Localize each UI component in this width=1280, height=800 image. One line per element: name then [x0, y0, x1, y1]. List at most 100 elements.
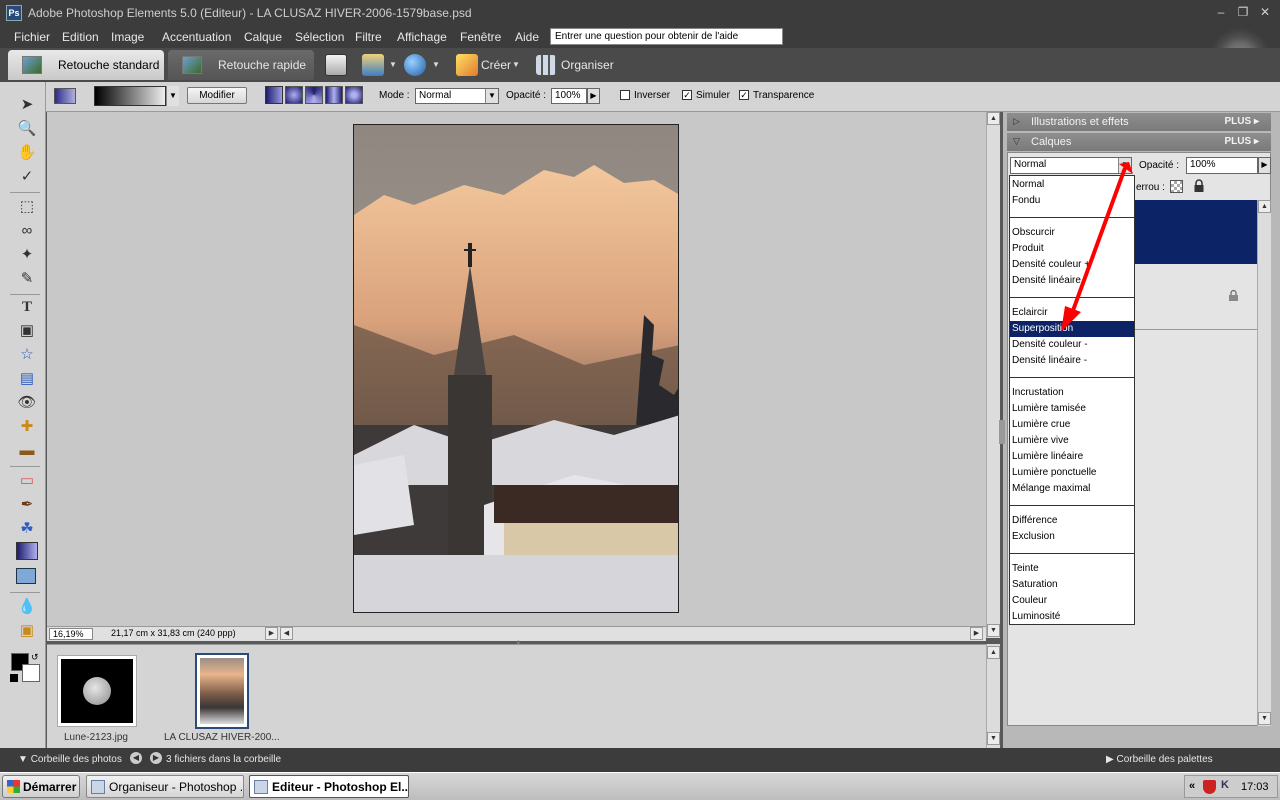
- gradient-swatch[interactable]: [94, 86, 166, 106]
- menu-affichage[interactable]: Affichage: [397, 30, 447, 44]
- start-button[interactable]: Démarrer: [2, 775, 80, 798]
- eyedropper-tool-icon[interactable]: ✓: [16, 166, 38, 188]
- blend-option-lumiere-crue[interactable]: Lumière crue: [1010, 417, 1134, 433]
- gradient-tool-icon[interactable]: [16, 542, 38, 560]
- palette-scrollbar[interactable]: ▲ ▼: [1257, 200, 1271, 726]
- linear-gradient-icon[interactable]: [265, 86, 283, 104]
- create-dropdown-icon[interactable]: ▼: [512, 60, 520, 69]
- brush-tool-icon[interactable]: ✒: [16, 494, 38, 516]
- antivirus-shield-icon[interactable]: [1203, 780, 1216, 794]
- zoom-field[interactable]: 16,19%: [49, 628, 93, 640]
- taskbar-item-organiseur[interactable]: Organiseur - Photoshop ...: [86, 775, 244, 798]
- clone-stamp-tool-icon[interactable]: ▬: [16, 440, 38, 462]
- blend-option-luminosite[interactable]: Luminosité: [1010, 609, 1134, 625]
- menu-image[interactable]: Image: [111, 30, 144, 44]
- organize-button[interactable]: Organiser: [561, 58, 614, 72]
- palette-splitter-handle[interactable]: [999, 420, 1005, 444]
- share-dropdown-icon[interactable]: ▼: [389, 60, 397, 69]
- create-button[interactable]: Créer: [481, 58, 511, 72]
- background-color-swatch[interactable]: [22, 664, 40, 682]
- gradient-dropdown-icon[interactable]: ▼: [166, 86, 179, 106]
- opacity-input[interactable]: 100%: [551, 88, 587, 104]
- print-icon[interactable]: [325, 54, 347, 76]
- blend-option-saturation[interactable]: Saturation: [1010, 577, 1134, 593]
- online-services-icon[interactable]: [404, 54, 426, 76]
- reflected-gradient-icon[interactable]: [325, 86, 343, 104]
- scroll-up-icon[interactable]: ▲: [987, 112, 1000, 125]
- paint-bucket-tool-icon[interactable]: ☘: [16, 518, 38, 540]
- sponge-tool-icon[interactable]: ▣: [16, 620, 38, 642]
- move-tool-icon[interactable]: ➤: [16, 94, 38, 116]
- restore-icon[interactable]: ❐: [1236, 5, 1250, 19]
- layer-opacity-input[interactable]: 100%: [1186, 157, 1258, 174]
- thumbnail-la-clusaz[interactable]: [195, 653, 249, 729]
- shape-tool-icon[interactable]: [16, 568, 36, 584]
- simuler-checkbox[interactable]: ✓: [682, 90, 692, 100]
- straighten-tool-icon[interactable]: ▤: [16, 368, 38, 390]
- layers-palette-header[interactable]: ▽ Calques PLUS ▸: [1007, 133, 1271, 151]
- angle-gradient-icon[interactable]: [305, 86, 323, 104]
- splitter-handle-icon[interactable]: ▲: [515, 639, 531, 646]
- crop-tool-icon[interactable]: ▣: [16, 320, 38, 342]
- mode-dropdown-icon[interactable]: ▼: [485, 89, 498, 103]
- scroll-down-icon[interactable]: ▼: [987, 732, 1000, 745]
- opacity-slider-icon[interactable]: ▶: [587, 88, 600, 104]
- thumbnail-lune[interactable]: [57, 655, 137, 727]
- blend-option-incrustation[interactable]: Incrustation: [1010, 385, 1134, 401]
- blend-option-couleur[interactable]: Couleur: [1010, 593, 1134, 609]
- tab-retouche-standard[interactable]: Retouche standard: [8, 50, 164, 80]
- scroll-left-icon[interactable]: ◀: [280, 627, 293, 640]
- status-menu-icon[interactable]: ▶: [265, 627, 278, 640]
- blend-option-teinte[interactable]: Teinte: [1010, 561, 1134, 577]
- scroll-up-icon[interactable]: ▲: [987, 646, 1000, 659]
- effects-plus-button[interactable]: PLUS ▸: [1225, 116, 1259, 127]
- menu-calque[interactable]: Calque: [244, 30, 282, 44]
- organize-grid-icon[interactable]: [536, 55, 556, 75]
- type-tool-icon[interactable]: T: [16, 296, 38, 318]
- blend-option-lumiere-tamisee[interactable]: Lumière tamisée: [1010, 401, 1134, 417]
- swap-colors-icon[interactable]: ↺: [31, 652, 39, 663]
- menu-filtre[interactable]: Filtre: [355, 30, 382, 44]
- layer-opacity-slider-icon[interactable]: ▶: [1258, 157, 1271, 174]
- blur-tool-icon[interactable]: 💧: [16, 596, 38, 618]
- default-colors-icon[interactable]: [10, 674, 18, 682]
- hand-tool-icon[interactable]: ✋: [16, 142, 38, 164]
- lasso-tool-icon[interactable]: ∞: [16, 220, 38, 242]
- create-star-icon[interactable]: [456, 54, 478, 76]
- menu-fichier[interactable]: Fichier: [14, 30, 50, 44]
- menu-selection[interactable]: Sélection: [295, 30, 344, 44]
- previous-photo-icon[interactable]: ◀: [130, 752, 142, 764]
- next-photo-icon[interactable]: ▶: [150, 752, 162, 764]
- scroll-up-icon[interactable]: ▲: [1258, 200, 1271, 213]
- menu-fenetre[interactable]: Fenêtre: [460, 30, 501, 44]
- tab-retouche-rapide[interactable]: Retouche rapide: [168, 50, 314, 80]
- document-image[interactable]: [353, 124, 679, 613]
- marquee-tool-icon[interactable]: ⬚: [16, 196, 38, 218]
- lock-all-icon[interactable]: [1193, 179, 1205, 193]
- scroll-down-icon[interactable]: ▼: [1258, 712, 1271, 725]
- blend-option-lumiere-lineaire[interactable]: Lumière linéaire: [1010, 449, 1134, 465]
- inverser-checkbox[interactable]: [620, 90, 630, 100]
- blend-option-lumiere-ponctuelle[interactable]: Lumière ponctuelle: [1010, 465, 1134, 481]
- share-folder-icon[interactable]: [362, 54, 384, 76]
- lock-transparency-icon[interactable]: [1170, 180, 1183, 193]
- selection-brush-tool-icon[interactable]: ✎: [16, 268, 38, 290]
- modifier-button[interactable]: Modifier: [187, 87, 247, 104]
- menu-aide[interactable]: Aide: [515, 30, 539, 44]
- blend-option-melange-maximal[interactable]: Mélange maximal: [1010, 481, 1134, 497]
- blend-option-difference[interactable]: Différence: [1010, 513, 1134, 529]
- help-search-input[interactable]: Entrer une question pour obtenir de l'ai…: [550, 28, 783, 45]
- online-dropdown-icon[interactable]: ▼: [432, 60, 440, 69]
- photo-bin-scrollbar[interactable]: ▲ ▼: [986, 644, 1000, 748]
- blend-option-lumiere-vive[interactable]: Lumière vive: [1010, 433, 1134, 449]
- taskbar-item-editeur[interactable]: Editeur - Photoshop El...: [249, 775, 409, 798]
- radial-gradient-icon[interactable]: [285, 86, 303, 104]
- palette-bin-toggle[interactable]: ▶ Corbeille des palettes: [1106, 754, 1213, 765]
- close-icon[interactable]: ✕: [1258, 5, 1272, 19]
- eraser-tool-icon[interactable]: ▭: [16, 470, 38, 492]
- layer-row-selected[interactable]: [1134, 200, 1257, 264]
- photo-bin-toggle[interactable]: ▼ Corbeille des photos: [18, 754, 122, 765]
- magic-wand-tool-icon[interactable]: ✦: [16, 244, 38, 266]
- healing-brush-tool-icon[interactable]: ✚: [16, 416, 38, 438]
- zoom-tool-icon[interactable]: 🔍: [16, 118, 38, 140]
